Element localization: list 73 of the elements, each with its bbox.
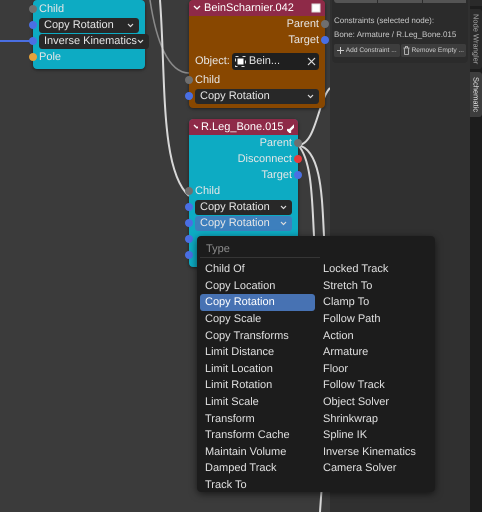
menu-item[interactable]: Spline IK: [318, 426, 433, 444]
chevron-icon[interactable]: [193, 5, 201, 11]
chevron-icon[interactable]: [193, 124, 198, 130]
socket-label: Parent: [260, 137, 292, 149]
socket-label: Target: [261, 169, 292, 181]
menu-item[interactable]: Maintain Volume: [200, 444, 315, 460]
trash-icon: [402, 46, 410, 55]
socket[interactable]: [294, 171, 302, 179]
menu-item[interactable]: Floor: [318, 360, 433, 378]
socket[interactable]: [29, 21, 37, 29]
menu-item[interactable]: Stretch To: [318, 278, 433, 294]
chevron-icon: [280, 220, 287, 226]
close-icon[interactable]: [307, 56, 316, 66]
plus-icon: [336, 47, 344, 54]
socket-label: Target: [288, 34, 319, 46]
panel-heading: Constraints (selected node):: [334, 16, 436, 25]
object-icon: [311, 3, 321, 13]
socket[interactable]: [29, 5, 37, 13]
constraint-dropdown[interactable]: Inverse Kinematics: [39, 34, 149, 48]
menu-item[interactable]: Copy Rotation: [200, 294, 315, 311]
socket[interactable]: [185, 203, 193, 211]
socket[interactable]: [29, 37, 37, 45]
socket-label: Parent: [286, 18, 319, 30]
bone-label: Bone: Armature / R.Leg_Bone.015: [334, 30, 458, 39]
menu-item[interactable]: Limit Distance: [200, 344, 315, 361]
menu-item[interactable]: Child Of: [200, 261, 315, 278]
object-icon: [234, 56, 246, 66]
menu-item[interactable]: Transform: [200, 410, 315, 427]
menu-item[interactable]: Clamp To: [318, 294, 433, 311]
menu-item[interactable]: Track To: [200, 476, 315, 494]
menu-item[interactable]: Object Solver: [318, 394, 433, 410]
chevron-icon: [307, 94, 314, 98]
menu-item[interactable]: Follow Track: [318, 377, 433, 394]
socket[interactable]: [294, 139, 302, 147]
socket[interactable]: [185, 251, 193, 259]
node-header[interactable]: R.Leg_Bone.015: [189, 119, 298, 135]
field-label: Object:: [195, 55, 230, 67]
socket[interactable]: [185, 235, 193, 243]
menu-title: Type: [200, 240, 320, 258]
menu-item[interactable]: Action: [318, 327, 433, 344]
node-title: BeinScharnier.042: [204, 2, 295, 14]
menu-item[interactable]: Follow Path: [318, 310, 433, 328]
menu-item[interactable]: Locked Track: [318, 261, 433, 278]
node-title: R.Leg_Bone.015: [200, 121, 284, 133]
chevron-icon: [280, 204, 287, 210]
socket-label: Child: [195, 74, 220, 86]
menu-item[interactable]: Camera Solver: [318, 460, 433, 477]
menu-item[interactable]: Limit Scale: [200, 394, 315, 410]
menu-item[interactable]: Inverse Kinematics: [318, 444, 433, 460]
socket-label: Pole: [39, 51, 62, 63]
constraint-dropdown[interactable]: Copy Rotation: [195, 200, 292, 214]
socket[interactable]: [294, 155, 302, 163]
menu-item[interactable]: Shrinkwrap: [318, 410, 433, 427]
menu-item[interactable]: Copy Location: [200, 278, 315, 294]
node-header[interactable]: BeinScharnier.042: [189, 0, 325, 16]
socket[interactable]: [185, 187, 193, 195]
chevron-icon: [136, 38, 144, 44]
socket-label: Child: [195, 185, 220, 197]
socket[interactable]: [185, 219, 193, 227]
menu-item[interactable]: Damped Track: [200, 460, 315, 477]
menu-item[interactable]: Armature: [318, 344, 433, 361]
menu-item[interactable]: Copy Transforms: [200, 327, 315, 344]
constraint-dropdown[interactable]: Copy Rotation: [195, 88, 319, 104]
socket-label: Child: [39, 3, 64, 15]
menu-item[interactable]: Copy Scale: [200, 310, 315, 328]
menu-item[interactable]: Limit Location: [200, 360, 315, 378]
constraint-dropdown[interactable]: Copy Rotation: [39, 18, 139, 32]
chevron-icon: [127, 22, 134, 28]
menu-item[interactable]: Limit Rotation: [200, 377, 315, 394]
object-field[interactable]: Bein...: [232, 52, 319, 70]
socket-label: Disconnect: [238, 153, 292, 165]
menu-item[interactable]: Transform Cache: [200, 426, 315, 444]
socket[interactable]: [29, 53, 37, 61]
